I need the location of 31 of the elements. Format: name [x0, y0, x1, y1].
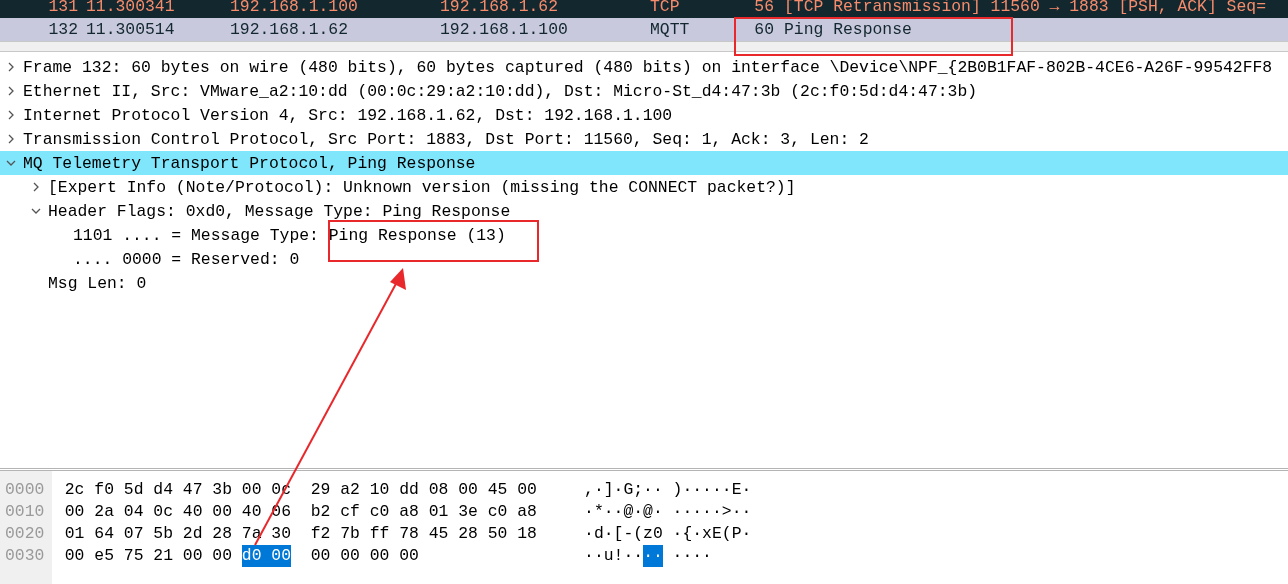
tree-item[interactable]: Internet Protocol Version 4, Src: 192.168.1.62, Dst: 192.168.1.100: [0, 103, 1288, 127]
ascii-text[interactable]: ··: [643, 545, 663, 567]
ascii-text[interactable]: ··u!··: [584, 545, 644, 567]
ascii-text[interactable]: ,·]·G;··: [584, 479, 663, 501]
offset-label: 0030: [4, 545, 46, 567]
tree-item[interactable]: Transmission Control Protocol, Src Port: 1883, Dst Port: 11560, Seq: 1, Ack: 3, Len: 2: [0, 127, 1288, 151]
ascii-text[interactable]: ·{·xE(P·: [672, 523, 752, 545]
hex-bytes[interactable]: d0 00: [241, 545, 291, 567]
ascii-text[interactable]: ·····>··: [672, 501, 752, 523]
hex-bytes[interactable]: 01 64 07 5b 2d 28 7a 30: [64, 523, 291, 545]
hex-bytes[interactable]: f2 7b ff 78 45 28 50 18: [310, 523, 537, 545]
offset-label: 0010: [4, 501, 46, 523]
tree-item[interactable]: Msg Len: 0: [0, 271, 1288, 295]
tree-item[interactable]: 1101 .... = Message Type: Ping Response (13): [0, 223, 1288, 247]
tree-item[interactable]: Ethernet II, Src: VMware_a2:10:dd (00:0c:29:a2:10:dd), Dst: Micro-St_d4:47:3b (2c:f0:5d:d4:47:3b): [0, 79, 1288, 103]
offset-label: 0000: [4, 479, 46, 501]
hex-bytes[interactable]: 00 e5 75 21 00 00: [64, 545, 232, 567]
hex-bytes[interactable]: b2 cf c0 a8 01 3e c0 a8: [310, 501, 537, 523]
tree-item[interactable]: MQ Telemetry Transport Protocol, Ping Response: [0, 151, 1288, 175]
hex-bytes[interactable]: 00 00 00 00: [310, 545, 419, 567]
offset-label: 0020: [4, 523, 46, 545]
tree-item[interactable]: Header Flags: 0xd0, Message Type: Ping Response: [0, 199, 1288, 223]
tree-item[interactable]: .... 0000 = Reserved: 0: [0, 247, 1288, 271]
ascii-text[interactable]: )·····E·: [672, 479, 752, 501]
packet-row[interactable]: 132 11.300514 192.168.1.62 192.168.1.100 MQTT 60 Ping Response: [0, 18, 1288, 41]
ascii-text[interactable]: ·*··@·@·: [584, 501, 663, 523]
hex-bytes[interactable]: 29 a2 10 dd 08 00 45 00: [310, 479, 537, 501]
ascii-text[interactable]: ·d·[-(z0: [584, 523, 663, 545]
tree-item[interactable]: Frame 132: 60 bytes on wire (480 bits), 60 bytes captured (480 bits) on interface \Device\NPF_{2B0B1FAF-802B-4CE6-A26F-99542FF8: [0, 55, 1288, 79]
ascii-text[interactable]: ····: [672, 545, 712, 567]
tree-item[interactable]: [Expert Info (Note/Protocol): Unknown version (missing the CONNECT packet?)]: [0, 175, 1288, 199]
